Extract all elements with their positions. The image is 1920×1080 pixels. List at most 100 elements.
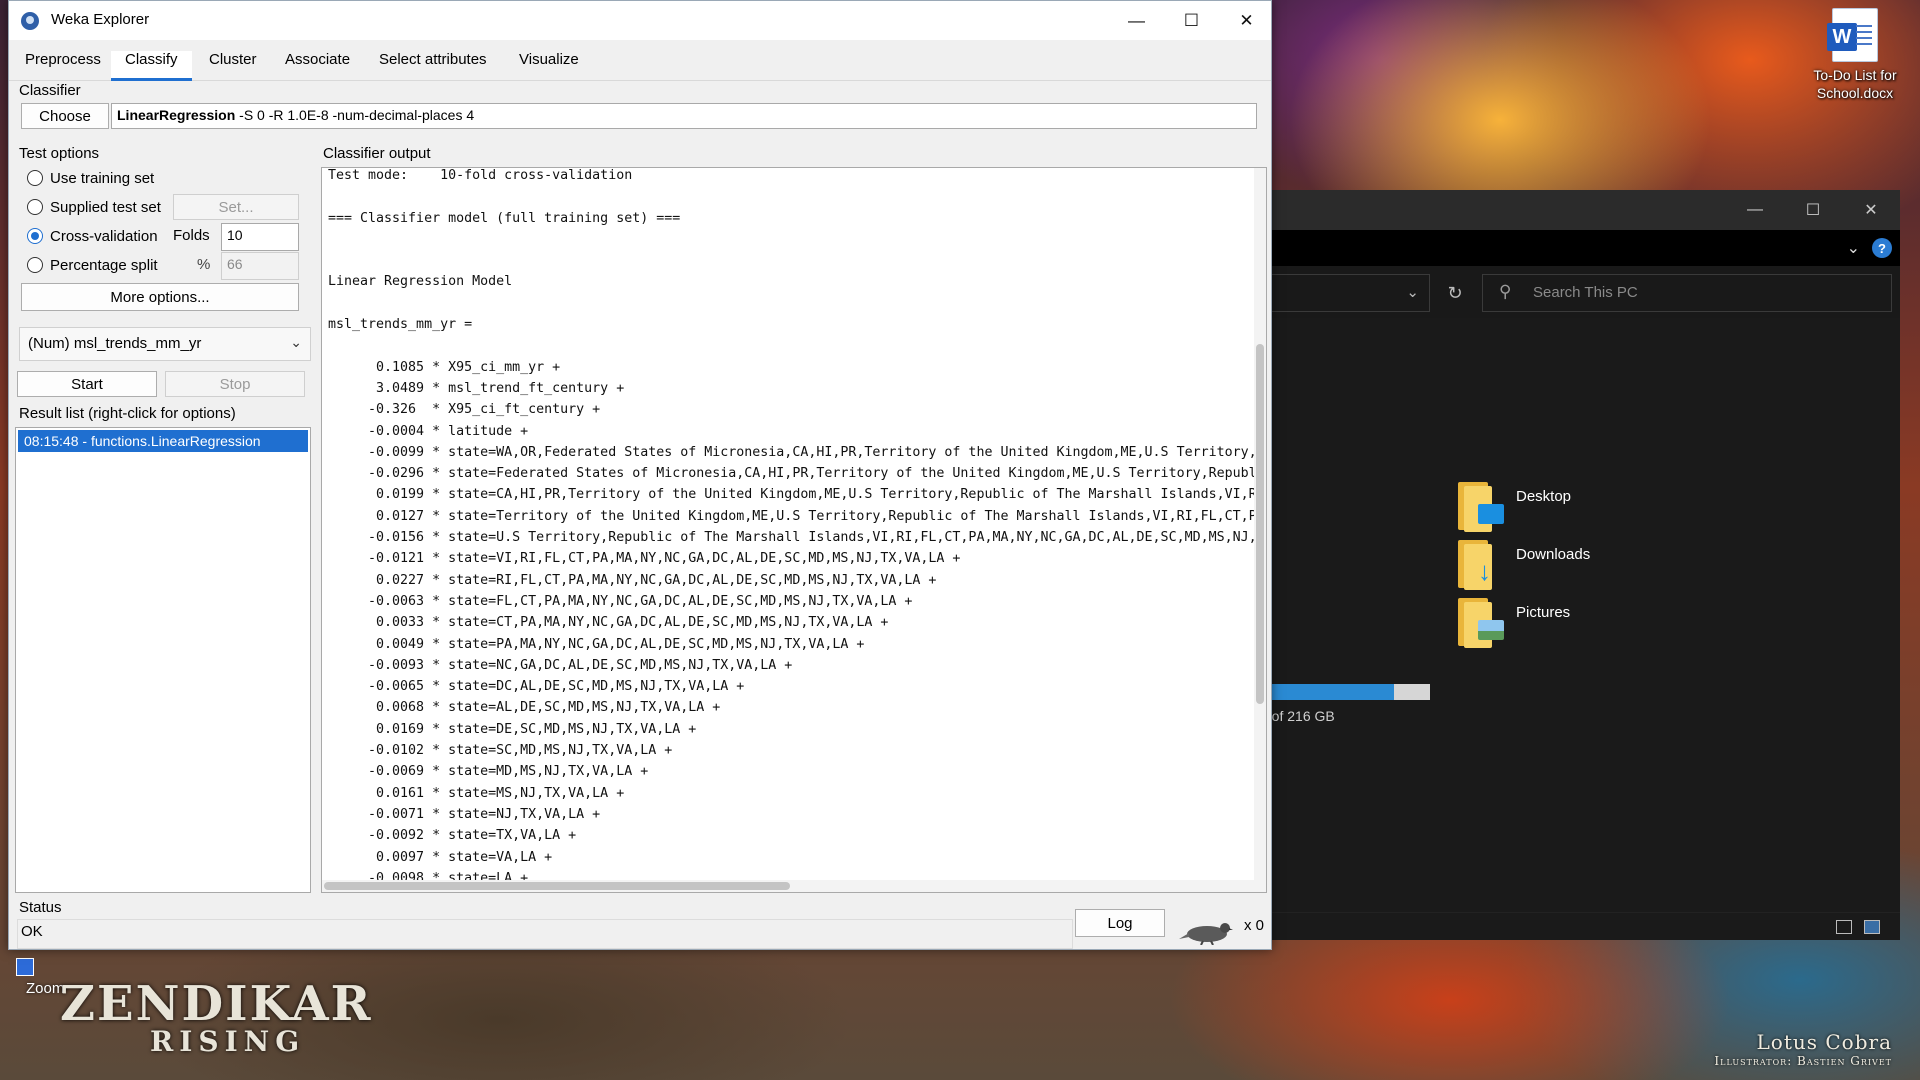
start-button[interactable]: Start [17, 371, 157, 397]
folds-input[interactable]: 10 [221, 223, 299, 251]
horizontal-scrollbar[interactable] [322, 880, 1266, 892]
tab-visualize[interactable]: Visualize [505, 51, 593, 81]
test-options-label: Test options [19, 145, 100, 162]
desktop-file-todo[interactable]: W To-Do List for School.docx [1800, 8, 1910, 102]
scroll-thumb[interactable] [324, 882, 790, 890]
desktop-folder-icon [1458, 480, 1504, 532]
tab-preprocess[interactable]: Preprocess [11, 51, 115, 81]
explorer-address-row: ⌄ ↻ ⚲ Search This PC [1260, 266, 1900, 318]
radio-label: Cross-validation [50, 227, 158, 245]
tab-bar: Preprocess Classify Cluster Associate Se… [9, 41, 1271, 81]
folder-downloads[interactable]: ↓ Downloads [1458, 538, 1698, 598]
explorer-titlebar[interactable]: — ☐ ✕ [1260, 190, 1900, 230]
vertical-scrollbar[interactable] [1254, 168, 1266, 882]
file-explorer-window[interactable]: — ☐ ✕ ⌄ ? ⌄ ↻ ⚲ Search This PC Desktop ↓… [1260, 190, 1900, 940]
tab-classify[interactable]: Classify [111, 51, 192, 81]
radio-label: Use training set [50, 169, 155, 187]
radio-button[interactable] [27, 257, 43, 273]
classifier-output-label: Classifier output [323, 145, 431, 162]
task-count: x 0 [1244, 917, 1265, 934]
radio-button[interactable] [27, 170, 43, 186]
address-bar[interactable]: ⌄ [1260, 274, 1430, 312]
folder-label: Pictures [1516, 604, 1571, 621]
folder-label: Downloads [1516, 546, 1591, 563]
desktop-file-label: To-Do List for School.docx [1813, 67, 1897, 101]
choose-button[interactable]: Choose [21, 103, 109, 129]
search-input[interactable]: ⚲ Search This PC [1482, 274, 1892, 312]
classifier-output-panel[interactable]: Test mode: 10-fold cross-validation === … [321, 167, 1267, 893]
folds-label: Folds [173, 227, 210, 244]
classifier-name: LinearRegression [117, 107, 236, 123]
status-value: OK [21, 923, 43, 940]
result-list[interactable]: 08:15:48 - functions.LinearRegression [15, 427, 311, 893]
radio-supplied-test-set[interactable]: Supplied test set [27, 196, 161, 218]
explorer-minimize-icon[interactable]: — [1726, 190, 1784, 230]
status-area: Status OK Log x 0 [9, 899, 1271, 951]
wallpaper-brand-logo: ZENDIKAR RISING [60, 980, 372, 1056]
pictures-folder-icon [1458, 596, 1504, 648]
log-button[interactable]: Log [1075, 909, 1165, 937]
explorer-statusbar [1260, 912, 1900, 940]
chevron-down-icon: ⌄ [290, 334, 302, 350]
tab-cluster[interactable]: Cluster [195, 51, 271, 81]
result-list-item[interactable]: 08:15:48 - functions.LinearRegression [18, 430, 308, 452]
more-options-button[interactable]: More options... [21, 283, 299, 311]
folder-label: Desktop [1516, 488, 1572, 505]
maximize-icon[interactable]: ☐ [1164, 1, 1219, 41]
stop-button[interactable]: Stop [165, 371, 305, 397]
weka-explorer-window[interactable]: Weka Explorer — ☐ ✕ Preprocess Classify … [8, 0, 1272, 950]
art-title: Lotus Cobra [1756, 1030, 1892, 1054]
folder-desktop[interactable]: Desktop [1458, 480, 1698, 540]
result-list-label: Result list (right-click for options) [19, 405, 236, 422]
target-attribute-value: (Num) msl_trends_mm_yr [28, 335, 202, 352]
address-dropdown-icon[interactable]: ⌄ [1406, 283, 1419, 301]
brand-line2: RISING [150, 1025, 306, 1058]
explorer-close-icon[interactable]: ✕ [1842, 190, 1900, 230]
tab-select-attributes[interactable]: Select attributes [365, 51, 501, 81]
radio-cross-validation[interactable]: Cross-validation [27, 225, 158, 247]
weka-titlebar[interactable]: Weka Explorer — ☐ ✕ [9, 1, 1271, 41]
zoom-shortcut-icon[interactable] [16, 958, 34, 976]
close-icon[interactable]: ✕ [1219, 1, 1274, 41]
weka-bird-icon[interactable] [1177, 919, 1233, 945]
percent-symbol: % [197, 256, 211, 273]
radio-label: Supplied test set [50, 198, 161, 216]
explorer-ribbon: ⌄ ? [1260, 230, 1900, 266]
word-document-icon: W [1827, 8, 1878, 62]
minimize-icon[interactable]: — [1109, 1, 1164, 41]
scroll-thumb[interactable] [1256, 344, 1264, 704]
art-illustrator: Illustrator: Bastien Grivet [1714, 1054, 1892, 1068]
radio-button[interactable] [27, 199, 43, 215]
window-title: Weka Explorer [51, 11, 150, 28]
classifier-group-label: Classifier [19, 82, 81, 99]
weka-logo-icon [21, 12, 39, 30]
drive-usage-bar [1260, 684, 1430, 700]
status-box [17, 919, 1073, 949]
split-percent-input[interactable]: 66 [221, 252, 299, 280]
explorer-maximize-icon[interactable]: ☐ [1784, 190, 1842, 230]
help-icon[interactable]: ? [1872, 238, 1892, 258]
ribbon-expand-icon[interactable]: ⌄ [1847, 238, 1860, 258]
classifier-output-text: Test mode: 10-fold cross-validation === … [328, 168, 1267, 886]
status-label: Status [19, 899, 62, 916]
classifier-args: -S 0 -R 1.0E-8 -num-decimal-places 4 [235, 107, 475, 123]
target-attribute-select[interactable]: (Num) msl_trends_mm_yr ⌄ [19, 327, 311, 361]
large-icons-view-icon[interactable] [1864, 920, 1880, 934]
zoom-label[interactable]: Zoom [26, 980, 64, 997]
search-icon: ⚲ [1499, 282, 1512, 301]
classifier-spec-field[interactable]: LinearRegression -S 0 -R 1.0E-8 -num-dec… [111, 103, 1257, 129]
word-badge: W [1827, 23, 1857, 51]
search-placeholder: Search This PC [1533, 284, 1638, 301]
refresh-icon[interactable]: ↻ [1438, 274, 1472, 312]
radio-percentage-split[interactable]: Percentage split [27, 254, 158, 276]
set-test-set-button[interactable]: Set... [173, 194, 299, 220]
radio-label: Percentage split [50, 256, 158, 274]
wallpaper-credit: Lotus Cobra Illustrator: Bastien Grivet [1714, 1030, 1892, 1068]
details-view-icon[interactable] [1836, 920, 1852, 934]
folder-pictures[interactable]: Pictures [1458, 596, 1698, 656]
radio-button-selected[interactable] [27, 228, 43, 244]
tab-associate[interactable]: Associate [271, 51, 364, 81]
downloads-folder-icon: ↓ [1458, 538, 1502, 590]
radio-use-training-set[interactable]: Use training set [27, 167, 154, 189]
drive-usage-fill [1260, 684, 1395, 700]
